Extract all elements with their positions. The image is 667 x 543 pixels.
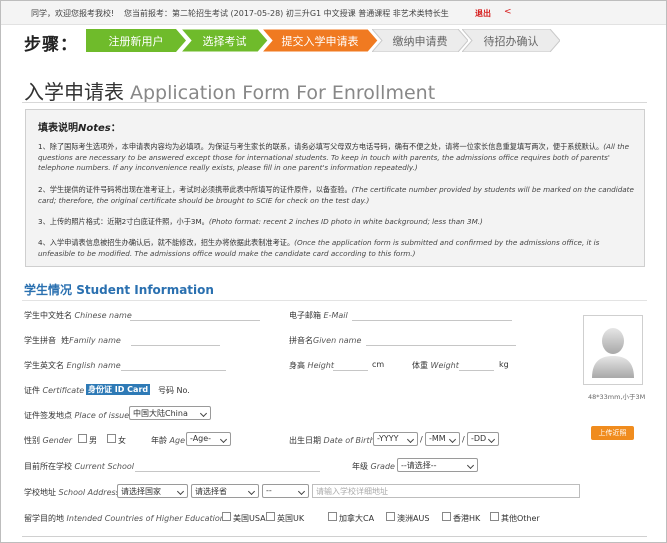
destination-ca-label: 加拿大CA <box>339 514 375 523</box>
collapse-arrow-icon[interactable]: < <box>504 7 512 17</box>
notes-title-cn: 填表说明 <box>38 123 78 134</box>
dob-day-select[interactable]: -DD <box>467 432 499 446</box>
gender-female-label: 女 <box>118 436 126 445</box>
english-name-label: 学生英文名 English name <box>24 361 121 370</box>
height-unit: cm <box>372 360 385 369</box>
current-school-label: 目前所在学校 Current School <box>24 462 135 471</box>
dob-label: 出生日期 Date of Birth <box>289 436 375 445</box>
destination-uk-checkbox[interactable] <box>266 512 275 521</box>
weight-label: 体重 Weight <box>412 361 459 370</box>
section-title-en: Student Information <box>76 283 214 297</box>
destination-aus-label: 澳洲AUS <box>397 514 430 523</box>
issue-place-select[interactable]: 中国大陆China <box>129 406 211 420</box>
logout-link[interactable]: 退出 <box>475 8 491 19</box>
given-name-input[interactable] <box>366 345 516 346</box>
note-en: (Photo format: recent 2 inches ID photo … <box>208 217 483 226</box>
upload-photo-button[interactable]: 上传近照 <box>591 426 634 440</box>
section-title-cn: 学生情况 <box>24 283 73 297</box>
note-item-3: 3、上传的照片格式：近期2寸白底证件照，小于3M。(Photo format: … <box>38 217 638 228</box>
destination-uk-label: 英国UK <box>277 514 305 523</box>
greeting-text: 同学，欢迎您报考我校! <box>31 9 115 18</box>
step-pay-fee: 缴纳申请费 <box>372 29 468 52</box>
destination-label: 留学目的地 Intended Countries of Higher Educa… <box>24 514 225 523</box>
grade-label: 年级 Grade <box>352 462 395 471</box>
note-item-2: 2、学生提供的证件号码将出现在准考证上，考试时必须携带此表中所填写的证件原件，以… <box>38 185 638 206</box>
steps-label: 步骤： <box>24 35 78 55</box>
age-label: 年龄 Age <box>151 436 186 445</box>
dob-month-select[interactable]: -MM <box>425 432 460 446</box>
province-select[interactable]: 请选择省 <box>191 484 259 498</box>
destination-usa-checkbox[interactable] <box>222 512 231 521</box>
chinese-name-input[interactable] <box>130 320 260 321</box>
dob-year-select[interactable]: -YYYY <box>373 432 418 446</box>
notes-title-colon: ： <box>110 123 121 134</box>
chinese-name-label: 学生中文姓名 Chinese name <box>24 311 132 320</box>
height-label: 身高 Height <box>289 361 334 370</box>
school-address-label: 学校地址 School Address <box>24 488 120 497</box>
given-name-label: 拼音名Given name <box>289 336 362 345</box>
title-divider <box>22 102 647 103</box>
pinyin-label: 学生拼音 姓Family name <box>24 336 121 345</box>
step-register: 注册新用户 <box>86 29 186 52</box>
photo-caption: 48*33mm,小于3M <box>588 393 646 401</box>
gender-male-label: 男 <box>89 436 97 445</box>
step-submit-application: 提交入学申请表 <box>262 29 378 52</box>
issue-place-label: 证件签发地点 Place of issue <box>24 411 130 420</box>
destination-hk-checkbox[interactable] <box>442 512 451 521</box>
certificate-type-badge[interactable]: 身份证 ID Card <box>86 384 151 395</box>
note-item-1: 1、除了国际考生选项外，本申请表内容均为必填项。为保证与考生家长的联系，请务必填… <box>38 142 638 174</box>
certificate-number-label: 号码 No. <box>158 386 190 395</box>
page-title: 入学申请表 Application Form For Enrollment <box>24 76 435 105</box>
step-label: 缴纳申请费 <box>392 34 448 48</box>
gender-male-checkbox[interactable] <box>78 434 87 443</box>
weight-unit: kg <box>499 360 509 369</box>
height-input[interactable] <box>333 370 368 371</box>
gender-female-checkbox[interactable] <box>107 434 116 443</box>
certificate-label: 证件 Certificate <box>24 386 85 395</box>
email-input[interactable] <box>352 320 512 321</box>
city-select[interactable]: -- <box>262 484 309 498</box>
step-label: 选择考试 <box>202 34 247 48</box>
page-title-en: Application Form For Enrollment <box>130 82 436 104</box>
grade-select[interactable]: --请选择-- <box>397 458 478 472</box>
section-divider <box>22 300 647 301</box>
address-detail-input[interactable]: 请输入学校详细地址 <box>312 484 580 498</box>
note-item-4: 4、入学申请表信息被招生办确认后，就不能修改，招生办将依据此表制准考证。(Onc… <box>38 238 638 259</box>
note-cn: 4、入学申请表信息被招生办确认后，就不能修改，招生办将依据此表制准考证。 <box>38 238 295 247</box>
country-select[interactable]: 请选择国家 <box>117 484 188 498</box>
note-cn: 2、学生提供的证件号码将出现在准考证上，考试时必须携带此表中所填写的证件原件，以… <box>38 185 352 194</box>
top-bar: 同学，欢迎您报考我校! 您当前报考：第二轮招生考试 (2017-05-28) 初… <box>1 1 666 25</box>
gender-label: 性别 Gender <box>24 436 73 445</box>
email-label: 电子邮箱 E-Mail <box>289 311 348 320</box>
family-name-input[interactable] <box>131 345 220 346</box>
page-title-cn: 入学申请表 <box>24 80 124 104</box>
current-school-input[interactable] <box>135 471 320 472</box>
step-label: 待招办确认 <box>483 34 539 48</box>
bottom-divider <box>22 536 647 537</box>
note-cn: 1、除了国际考生选项外，本申请表内容均为必填项。为保证与考生家长的联系，请务必填… <box>38 142 604 151</box>
notes-box: 填表说明Notes： 1、除了国际考生选项外，本申请表内容均为必填项。为保证与考… <box>25 109 645 267</box>
destination-aus-checkbox[interactable] <box>386 512 395 521</box>
destination-hk-label: 香港HK <box>453 514 481 523</box>
note-cn: 3、上传的照片格式：近期2寸白底证件照，小于3M。 <box>38 217 209 226</box>
photo-placeholder <box>583 315 643 385</box>
step-select-exam: 选择考试 <box>181 29 268 52</box>
destination-other-label: 其他Other <box>501 514 540 523</box>
notes-title-en: Notes <box>78 123 111 134</box>
step-label: 注册新用户 <box>108 34 164 48</box>
step-label: 提交入学申请表 <box>281 34 359 48</box>
dob-separator: / <box>462 435 465 444</box>
english-name-input[interactable] <box>121 370 226 371</box>
step-await-confirm: 待招办确认 <box>462 29 560 52</box>
section-title: 学生情况 Student Information <box>24 281 214 298</box>
weight-input[interactable] <box>459 370 494 371</box>
avatar-icon <box>592 328 634 378</box>
exam-info-text: 您当前报考：第二轮招生考试 (2017-05-28) 初三升G1 中文授课 普通… <box>124 9 449 18</box>
dob-separator: / <box>420 435 423 444</box>
destination-other-checkbox[interactable] <box>490 512 499 521</box>
destination-usa-label: 美国USA <box>233 514 266 523</box>
destination-ca-checkbox[interactable] <box>328 512 337 521</box>
age-select[interactable]: -Age- <box>186 432 231 446</box>
notes-title: 填表说明Notes： <box>38 119 121 134</box>
